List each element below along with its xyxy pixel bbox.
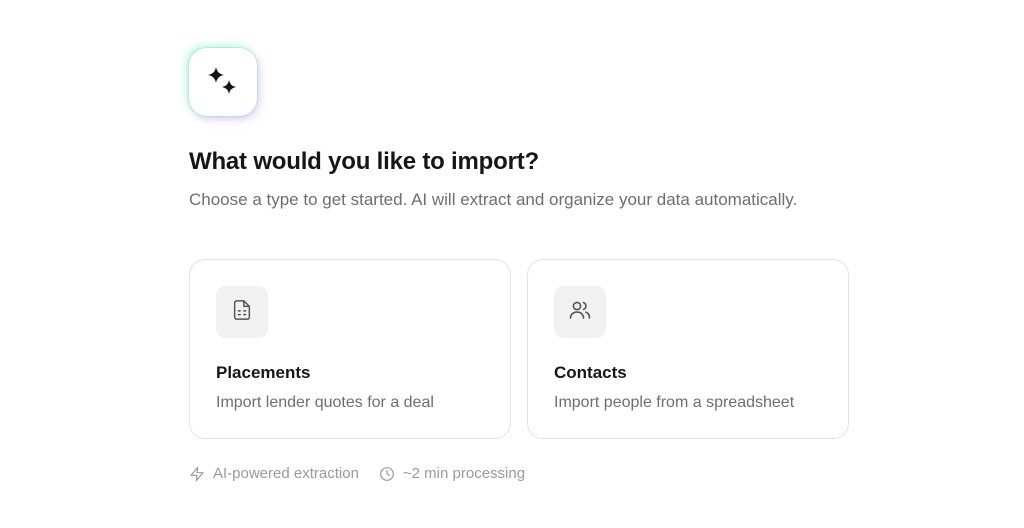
sparkles-icon — [205, 64, 241, 100]
card-icon-tile — [554, 286, 606, 338]
page-title: What would you like to import? — [189, 148, 539, 175]
footer-item-label: AI-powered extraction — [213, 465, 359, 482]
card-icon-tile — [216, 286, 268, 338]
clock-icon — [379, 466, 395, 482]
spreadsheet-file-icon — [231, 299, 253, 326]
footer-item-extraction: AI-powered extraction — [189, 465, 359, 482]
page-subtitle: Choose a type to get started. AI will ex… — [189, 190, 798, 209]
card-title: Placements — [216, 363, 311, 382]
lightning-icon — [189, 466, 205, 482]
card-description: Import people from a spreadsheet — [554, 394, 795, 411]
import-type-page: What would you like to import? Choose a … — [0, 0, 1024, 528]
footer-info: AI-powered extraction ~2 min processing — [189, 465, 525, 482]
contacts-card[interactable]: Contacts Import people from a spreadshee… — [527, 259, 849, 439]
users-icon — [568, 298, 592, 327]
card-title: Contacts — [554, 363, 627, 382]
placements-card[interactable]: Placements Import lender quotes for a de… — [189, 259, 511, 439]
sparkles-logo — [189, 48, 257, 116]
import-type-cards: Placements Import lender quotes for a de… — [189, 259, 849, 439]
card-description: Import lender quotes for a deal — [216, 394, 434, 411]
header-section: What would you like to import? Choose a … — [189, 48, 849, 211]
footer-item-label: ~2 min processing — [402, 465, 526, 482]
footer-item-processing: ~2 min processing — [379, 465, 525, 482]
